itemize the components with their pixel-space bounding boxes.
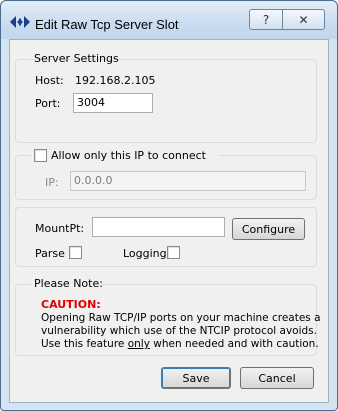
note-line-3-only: only	[127, 338, 150, 350]
note-line-3: Use this feature only when needed and wi…	[41, 338, 319, 350]
allow-ip-checkbox[interactable]	[34, 149, 47, 162]
title-bar[interactable]: Edit Raw Tcp Server Slot ? ✕	[1, 1, 337, 39]
close-button[interactable]: ✕	[283, 9, 325, 30]
parse-label: Parse	[35, 247, 65, 260]
ip-input[interactable]: 0.0.0.0	[70, 171, 306, 191]
mountpt-label: MountPt:	[35, 222, 85, 235]
parse-checkbox[interactable]	[69, 246, 82, 259]
allow-ip-label[interactable]: Allow only this IP to connect	[51, 149, 206, 162]
port-label: Port:	[35, 97, 61, 110]
help-icon: ?	[262, 12, 270, 27]
logging-checkbox[interactable]	[167, 246, 180, 259]
dialog-window: Edit Raw Tcp Server Slot ? ✕ Server Sett…	[0, 0, 338, 411]
logging-label: Logging	[123, 247, 167, 260]
note-line-2: vulnerability which use of the NTCIP pro…	[41, 325, 317, 337]
close-icon: ✕	[298, 12, 309, 27]
host-value: 192.168.2.105	[75, 74, 156, 87]
note-line-1: Opening Raw TCP/IP ports on your machine…	[41, 312, 321, 324]
port-input[interactable]: 3004	[73, 93, 153, 113]
ip-label: IP:	[45, 176, 59, 189]
note-line-3-prefix: Use this feature	[41, 338, 128, 350]
server-settings-legend: Server Settings	[34, 52, 119, 65]
note-legend: Please Note:	[34, 277, 103, 290]
app-arrows-icon	[10, 16, 30, 28]
configure-button[interactable]: Configure	[232, 218, 305, 240]
help-button[interactable]: ?	[249, 9, 283, 30]
host-label: Host:	[35, 74, 64, 87]
cancel-button[interactable]: Cancel	[240, 367, 314, 389]
note-line-3-suffix: when needed and with caution.	[149, 338, 319, 350]
caution-heading: CAUTION:	[41, 298, 101, 311]
window-title: Edit Raw Tcp Server Slot	[35, 17, 179, 32]
save-button[interactable]: Save	[161, 367, 231, 389]
mountpt-input[interactable]	[92, 217, 225, 237]
